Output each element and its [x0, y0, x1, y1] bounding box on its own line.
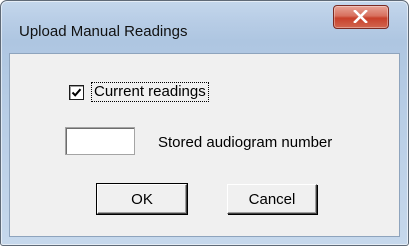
current-readings-label[interactable]: Current readings: [91, 82, 209, 102]
check-icon: [71, 88, 82, 97]
close-button[interactable]: [333, 5, 389, 29]
current-readings-checkbox[interactable]: [69, 85, 84, 100]
cancel-button[interactable]: Cancel: [227, 184, 317, 214]
ok-button[interactable]: OK: [96, 183, 188, 215]
stored-audiogram-input[interactable]: [65, 127, 135, 155]
dialog-body: Current readings Stored audiogram number…: [9, 53, 400, 237]
window-title: Upload Manual Readings: [19, 23, 188, 40]
dialog-window: Upload Manual Readings Current readings …: [0, 0, 409, 246]
close-icon: [353, 10, 368, 23]
stored-audiogram-label: Stored audiogram number: [158, 134, 333, 151]
